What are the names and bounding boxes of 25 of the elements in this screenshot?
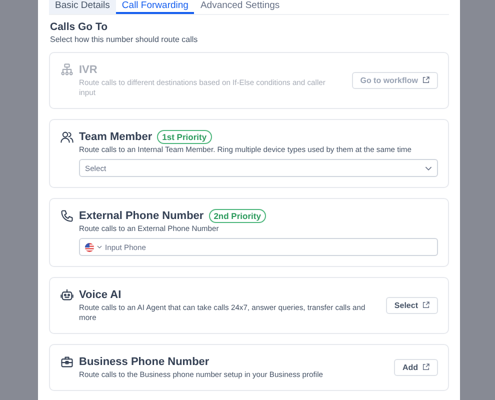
option-title: Team Member	[79, 130, 152, 142]
option-title: Voice AI	[79, 288, 122, 300]
action-button[interactable]: Add	[394, 358, 438, 376]
external-link-icon	[422, 363, 430, 371]
tab[interactable]: Basic Details	[49, 0, 116, 14]
tab[interactable]: Advanced Settings	[194, 0, 286, 14]
tab[interactable]: Call Forwarding	[116, 0, 194, 14]
flag-icon	[85, 242, 94, 252]
option-title: IVR	[79, 64, 98, 76]
chevron-down-icon	[97, 245, 102, 249]
section-title: Calls Go To	[50, 21, 109, 33]
chevron-down-icon	[425, 166, 432, 170]
section-subtitle: Select how this number should route calls	[50, 35, 199, 44]
phone-icon	[60, 209, 74, 223]
sitemap-icon	[60, 63, 74, 77]
priority-badge: 2nd Priority	[208, 208, 266, 222]
external-link-icon	[422, 76, 430, 84]
external-link-icon	[422, 301, 430, 309]
priority-badge: 1st Priority	[157, 130, 212, 144]
users-icon	[60, 130, 74, 144]
option-title: Business Phone Number	[79, 356, 210, 368]
action-button[interactable]: Select	[386, 296, 438, 314]
option-title: External Phone Number	[79, 210, 204, 222]
robot-icon	[60, 288, 74, 302]
briefcase-icon	[60, 355, 74, 369]
